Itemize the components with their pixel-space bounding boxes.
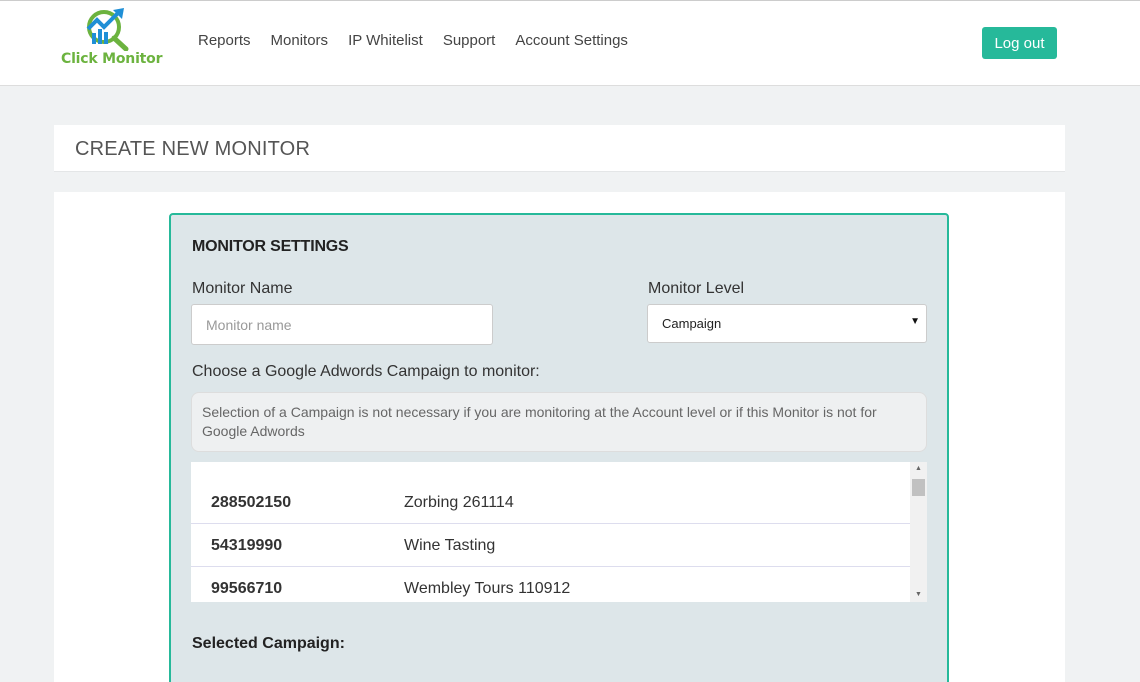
monitor-level-select[interactable]: Campaign ▼: [647, 304, 927, 343]
campaign-name: Wine Tasting: [404, 537, 496, 554]
brand-logo[interactable]: Click Monitor: [60, 7, 162, 69]
brand-name: Click Monitor: [61, 51, 163, 67]
settings-title: MONITOR SETTINGS: [192, 238, 349, 255]
selected-campaign-label: Selected Campaign:: [192, 635, 345, 652]
campaign-id: 99566710: [211, 580, 283, 597]
top-navbar: Click Monitor Reports Monitors IP Whitel…: [0, 0, 1140, 86]
nav-item-reports[interactable]: Reports: [198, 32, 251, 49]
nav-item-monitors[interactable]: Monitors: [271, 32, 329, 49]
scroll-down-arrow-icon[interactable]: ▼: [910, 588, 927, 602]
scroll-up-arrow-icon[interactable]: ▲: [910, 462, 927, 476]
campaign-name: Zorbing 261114: [404, 494, 514, 511]
main-nav: Reports Monitors IP Whitelist Support Ac…: [198, 32, 648, 49]
chart-magnifier-logo-icon: [86, 8, 129, 51]
monitor-level-label: Monitor Level: [648, 280, 745, 297]
campaign-info-note: Selection of a Campaign is not necessary…: [191, 392, 927, 452]
monitor-settings-box: MONITOR SETTINGS Monitor Name Monitor Le…: [169, 213, 949, 682]
campaign-list[interactable]: 288502150 Zorbing 261114 54319990 Wine T…: [191, 462, 927, 602]
page-title: CREATE NEW MONITOR: [75, 138, 311, 160]
page-title-panel: CREATE NEW MONITOR: [54, 125, 1065, 172]
monitor-name-label: Monitor Name: [192, 280, 293, 297]
campaign-id: 288502150: [211, 494, 292, 511]
campaign-id: 54319990: [211, 537, 283, 554]
logout-button[interactable]: Log out: [982, 27, 1057, 59]
dropdown-arrow-icon: ▼: [910, 316, 920, 327]
campaign-list-scrollbar[interactable]: ▲ ▼: [910, 462, 927, 602]
campaign-name: Wembley Tours 110912: [404, 580, 571, 597]
campaign-row[interactable]: 99566710 Wembley Tours 110912: [191, 567, 910, 602]
monitor-level-value: Campaign: [662, 316, 722, 331]
scrollbar-thumb[interactable]: [912, 479, 925, 496]
nav-item-account-settings[interactable]: Account Settings: [515, 32, 628, 49]
nav-item-support[interactable]: Support: [443, 32, 496, 49]
campaign-row[interactable]: 288502150 Zorbing 261114: [191, 481, 910, 524]
campaign-row[interactable]: 54319990 Wine Tasting: [191, 524, 910, 567]
campaign-prompt: Choose a Google Adwords Campaign to moni…: [192, 363, 540, 380]
nav-item-ip-whitelist[interactable]: IP Whitelist: [348, 32, 423, 49]
monitor-name-input[interactable]: [191, 304, 493, 345]
